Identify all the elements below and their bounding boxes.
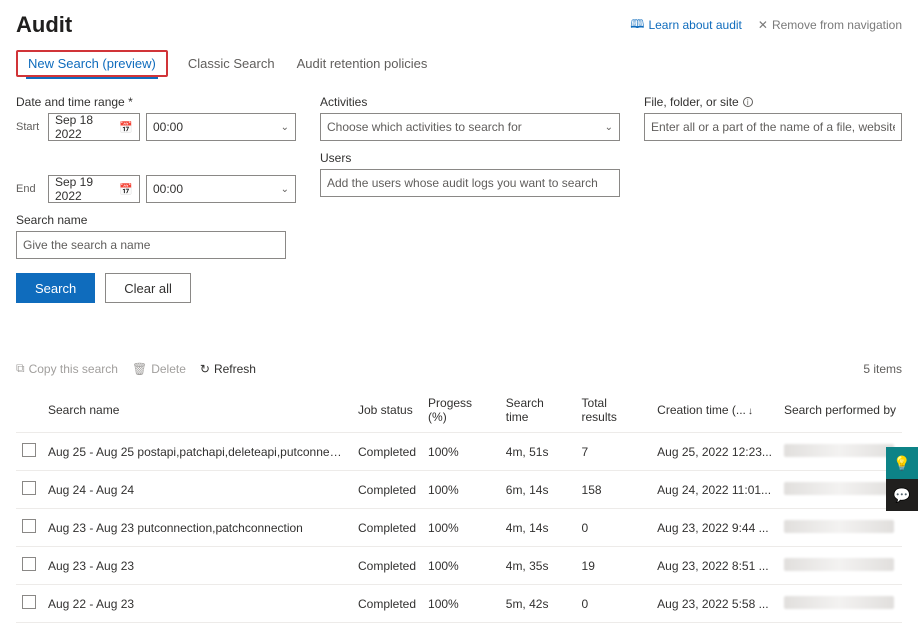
cell-job-status: Completed [352,433,422,471]
calendar-icon: 📅 [119,183,133,196]
copy-icon: ⧉ [16,361,25,376]
cell-search-time: 4m, 51s [500,433,576,471]
table-row[interactable]: Aug 22 - Aug 23Completed100%5m, 42s0Aug … [16,585,902,623]
cell-performed-by [778,433,902,471]
start-label: Start [16,121,42,133]
item-count: 5 items [863,362,902,376]
date-range-label: Date and time range * [16,95,296,109]
file-input[interactable] [644,113,902,141]
cell-search-time: 5m, 42s [500,585,576,623]
table-row[interactable]: Aug 24 - Aug 24Completed100%6m, 14s158Au… [16,471,902,509]
col-performed-by[interactable]: Search performed by [778,388,902,433]
cell-search-time: 4m, 35s [500,547,576,585]
cell-creation-time: Aug 23, 2022 5:58 ... [651,585,778,623]
tab-bar: New Search (preview) Classic Search Audi… [16,50,902,77]
col-job-status[interactable]: Job status [352,388,422,433]
cell-progress: 100% [422,471,500,509]
cell-job-status: Completed [352,547,422,585]
cell-progress: 100% [422,433,500,471]
search-button[interactable]: Search [16,273,95,303]
activities-label: Activities [320,95,620,109]
end-time-select[interactable]: 00:00 ⌄ [146,175,296,203]
end-date-input[interactable]: Sep 19 2022 📅 [48,175,140,203]
refresh-icon: ↻ [200,362,210,376]
col-search-time[interactable]: Search time [500,388,576,433]
sort-down-icon: ↓ [748,406,753,417]
feedback-button[interactable]: 💡 [886,447,918,479]
row-checkbox[interactable] [22,481,36,495]
cell-performed-by [778,471,902,509]
cell-creation-time: Aug 23, 2022 8:51 ... [651,547,778,585]
page-title: Audit [16,12,72,38]
chevron-down-icon: ⌄ [281,122,289,133]
table-row[interactable]: Aug 25 - Aug 25 postapi,patchapi,deletea… [16,433,902,471]
refresh-button[interactable]: ↻ Refresh [200,361,256,376]
activities-select[interactable]: Choose which activities to search for ⌄ [320,113,620,141]
learn-about-audit-link[interactable]: 🕮 Learn about audit [630,15,742,36]
end-label: End [16,183,42,195]
delete-button[interactable]: 🗑 Delete [132,361,186,376]
cell-search-time: 6m, 14s [500,471,576,509]
col-total-results[interactable]: Total results [576,388,652,433]
users-label: Users [320,151,620,165]
search-name-input[interactable] [16,231,286,259]
col-progress[interactable]: Progess (%) [422,388,500,433]
cell-creation-time: Aug 24, 2022 11:01... [651,471,778,509]
table-row[interactable]: Aug 23 - Aug 23Completed100%4m, 35s19Aug… [16,547,902,585]
row-checkbox[interactable] [22,519,36,533]
chat-button[interactable]: 💬 [886,479,918,511]
chat-icon: 💬 [893,487,910,504]
cell-job-status: Completed [352,585,422,623]
cell-creation-time: Aug 25, 2022 12:23... [651,433,778,471]
chevron-down-icon: ⌄ [281,184,289,195]
row-checkbox[interactable] [22,443,36,457]
cell-progress: 100% [422,585,500,623]
cell-search-name: Aug 25 - Aug 25 postapi,patchapi,deletea… [42,433,352,471]
chevron-down-icon: ⌄ [605,122,613,133]
calendar-icon: 📅 [119,121,133,134]
cell-job-status: Completed [352,471,422,509]
tab-new-search[interactable]: New Search (preview) [26,50,158,77]
cell-performed-by [778,547,902,585]
cell-total-results: 0 [576,585,652,623]
cell-total-results: 158 [576,471,652,509]
delete-icon: 🗑 [132,362,147,376]
search-name-label: Search name [16,213,296,227]
cell-total-results: 19 [576,547,652,585]
info-icon[interactable]: i [743,97,753,107]
unpin-icon: ✕ [758,18,768,32]
cell-progress: 100% [422,547,500,585]
copy-search-button[interactable]: ⧉ Copy this search [16,361,118,376]
col-search-name[interactable]: Search name [42,388,352,433]
cell-performed-by [778,585,902,623]
clear-all-button[interactable]: Clear all [105,273,191,303]
col-creation-time[interactable]: Creation time (...↓ [651,388,778,433]
tab-classic-search[interactable]: Classic Search [186,50,277,77]
cell-search-name: Aug 24 - Aug 24 [42,471,352,509]
row-checkbox[interactable] [22,557,36,571]
row-checkbox[interactable] [22,595,36,609]
cell-search-name: Aug 22 - Aug 23 [42,585,352,623]
cell-total-results: 7 [576,433,652,471]
lightbulb-icon: 💡 [893,455,910,472]
tab-retention-policies[interactable]: Audit retention policies [295,50,430,77]
search-results-table: Search name Job status Progess (%) Searc… [16,388,902,623]
users-input[interactable] [320,169,620,197]
start-time-select[interactable]: 00:00 ⌄ [146,113,296,141]
cell-search-name: Aug 23 - Aug 23 [42,547,352,585]
book-icon: 🕮 [630,15,644,36]
file-label: File, folder, or site i [644,95,902,109]
start-date-input[interactable]: Sep 18 2022 📅 [48,113,140,141]
remove-from-nav-link[interactable]: ✕ Remove from navigation [758,15,902,36]
highlight-box: New Search (preview) [16,50,168,77]
